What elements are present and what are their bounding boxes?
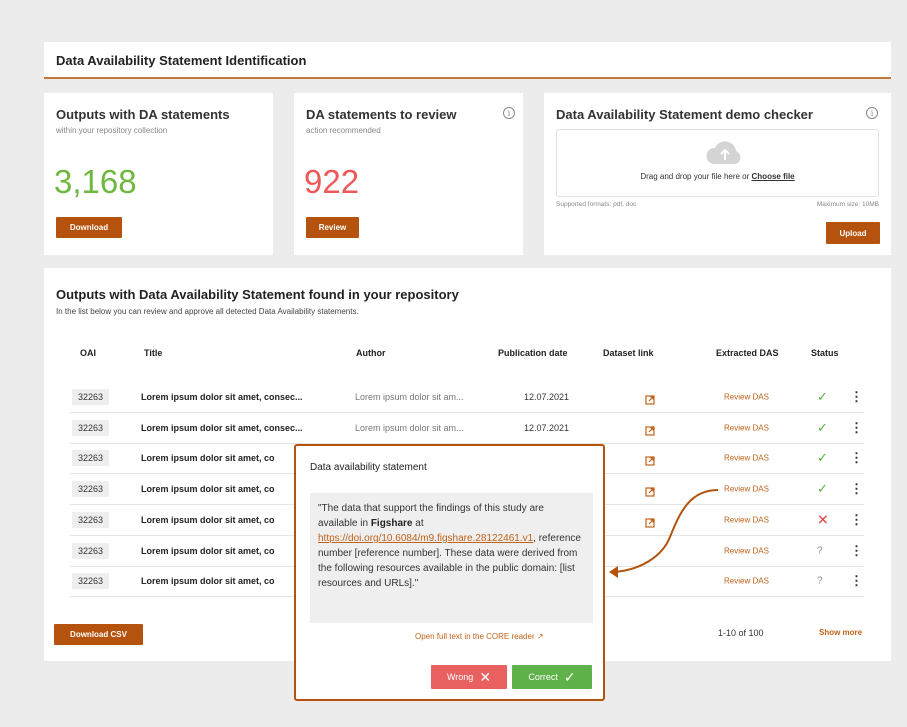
oai-id: 32263 bbox=[72, 389, 110, 405]
external-link-icon: ↗ bbox=[536, 632, 544, 641]
review-count: 922 bbox=[304, 163, 360, 200]
das-quote: "The data that support the findings of t… bbox=[310, 493, 593, 623]
oai-id: 32263 bbox=[72, 450, 110, 467]
col-header-oai[interactable]: OAI bbox=[80, 348, 96, 358]
oai-id: 32263 bbox=[72, 542, 110, 559]
external-link-icon[interactable] bbox=[645, 423, 655, 436]
col-header-extracted-das[interactable]: Extracted DAS bbox=[716, 348, 779, 358]
review-card: DA statements to review action recommend… bbox=[294, 93, 523, 255]
publication-date: 12.07.2021 bbox=[524, 392, 570, 402]
oai-id: 32263 bbox=[72, 419, 110, 436]
review-das-link[interactable]: Review DAS bbox=[724, 423, 769, 432]
page-header: Data Availability Statement Identificati… bbox=[44, 42, 891, 79]
more-options-icon[interactable]: ⋮ bbox=[850, 389, 863, 405]
output-title[interactable]: Lorem ipsum dolor sit amet, co bbox=[141, 453, 275, 463]
status-icon: ✕ bbox=[817, 511, 829, 528]
col-header-publication-date[interactable]: Publication date bbox=[498, 348, 568, 358]
callout-arrow bbox=[609, 489, 719, 578]
download-csv-button[interactable]: Download CSV bbox=[54, 624, 143, 645]
review-card-title: DA statements to review bbox=[306, 107, 457, 122]
upload-button[interactable]: Upload bbox=[826, 222, 880, 244]
download-button[interactable]: Download bbox=[56, 217, 122, 238]
status-icon: ? bbox=[817, 575, 823, 587]
repository-name: Figshare bbox=[370, 518, 413, 529]
status-icon: ? bbox=[817, 545, 823, 556]
output-title[interactable]: Lorem ipsum dolor sit amet, co bbox=[141, 484, 275, 494]
external-link-icon[interactable] bbox=[645, 453, 655, 466]
review-button[interactable]: Review bbox=[306, 217, 359, 238]
publication-date: 12.07.2021 bbox=[524, 422, 570, 433]
page-title: Data Availability Statement Identificati… bbox=[56, 53, 307, 68]
pagination-info: 1-10 of 100 bbox=[718, 628, 764, 638]
oai-id: 32263 bbox=[72, 511, 110, 528]
output-author: Lorem ipsum dolor sit am... bbox=[355, 422, 464, 433]
output-title[interactable]: Lorem ipsum dolor sit amet, consec... bbox=[141, 392, 303, 402]
col-header-dataset-link[interactable]: Dataset link bbox=[603, 348, 654, 358]
review-das-link[interactable]: Review DAS bbox=[724, 454, 769, 463]
oai-id: 32263 bbox=[72, 573, 110, 590]
more-options-icon[interactable]: ⋮ bbox=[850, 450, 863, 466]
correct-button[interactable]: Correct ✓ bbox=[512, 665, 592, 689]
checkmark-icon: ✓ bbox=[563, 668, 576, 685]
outputs-card-subtitle: within your repository collection bbox=[56, 126, 168, 135]
review-das-link[interactable]: Review DAS bbox=[724, 485, 769, 494]
close-x-icon: ✕ bbox=[479, 668, 492, 685]
outputs-count: 3,168 bbox=[54, 163, 137, 200]
das-popup: Data availability statement "The data th… bbox=[294, 444, 605, 701]
file-dropzone[interactable]: Drag and drop your file here or Choose f… bbox=[556, 129, 879, 197]
info-icon[interactable]: i bbox=[503, 107, 515, 119]
oai-id: 32263 bbox=[72, 481, 110, 498]
more-options-icon[interactable]: ⋮ bbox=[850, 420, 863, 436]
checker-title: Data Availability Statement demo checker bbox=[556, 107, 813, 122]
status-icon: ✓ bbox=[817, 450, 828, 466]
col-header-status[interactable]: Status bbox=[811, 348, 839, 358]
table-row[interactable]: 32263 Lorem ipsum dolor sit amet, consec.… bbox=[70, 413, 864, 444]
supported-formats: Supported formats: pdf, doc bbox=[556, 201, 637, 208]
review-das-link[interactable]: Review DAS bbox=[724, 546, 769, 555]
table-subtitle: In the list below you can review and app… bbox=[56, 307, 359, 316]
cloud-upload-icon bbox=[706, 141, 741, 164]
doi-link[interactable]: https://doi.org/10.6084/m9.figshare.2812… bbox=[318, 533, 533, 544]
review-das-link[interactable]: Review DAS bbox=[724, 393, 769, 402]
output-title[interactable]: Lorem ipsum dolor sit amet, co bbox=[141, 576, 275, 586]
table-title: Outputs with Data Availability Statement… bbox=[56, 287, 459, 302]
outputs-card: Outputs with DA statements within your r… bbox=[44, 93, 273, 255]
output-author: Lorem ipsum dolor sit am... bbox=[355, 392, 464, 402]
open-full-text-link[interactable]: Open full text in the CORE reader ↗ bbox=[415, 632, 544, 641]
max-size: Maximum size: 10MB bbox=[816, 201, 879, 208]
review-das-link[interactable]: Review DAS bbox=[724, 515, 769, 524]
more-options-icon[interactable]: ⋮ bbox=[850, 512, 863, 528]
table-row[interactable]: 32263 Lorem ipsum dolor sit amet, consec.… bbox=[70, 382, 864, 413]
more-options-icon[interactable]: ⋮ bbox=[850, 481, 863, 497]
status-icon: ✓ bbox=[817, 389, 828, 404]
choose-file-link[interactable]: Choose file bbox=[752, 172, 795, 181]
status-icon: ✓ bbox=[817, 419, 828, 435]
review-das-link[interactable]: Review DAS bbox=[724, 577, 769, 586]
show-more-link[interactable]: Show more bbox=[819, 628, 862, 637]
wrong-button[interactable]: Wrong ✕ bbox=[431, 665, 507, 689]
more-options-icon[interactable]: ⋮ bbox=[850, 543, 863, 559]
dropzone-text: Drag and drop your file here or Choose f… bbox=[640, 172, 795, 181]
output-title[interactable]: Lorem ipsum dolor sit amet, consec... bbox=[141, 423, 303, 433]
status-icon: ✓ bbox=[817, 481, 828, 497]
external-link-icon[interactable] bbox=[645, 392, 655, 405]
col-header-title[interactable]: Title bbox=[144, 348, 162, 358]
col-header-author[interactable]: Author bbox=[356, 348, 386, 358]
popup-title: Data availability statement bbox=[310, 462, 427, 473]
review-card-subtitle: action recommended bbox=[306, 126, 381, 135]
output-title[interactable]: Lorem ipsum dolor sit amet, co bbox=[141, 546, 275, 556]
outputs-card-title: Outputs with DA statements bbox=[56, 107, 230, 122]
more-options-icon[interactable]: ⋮ bbox=[850, 573, 863, 589]
info-icon[interactable]: i bbox=[866, 107, 878, 119]
output-title[interactable]: Lorem ipsum dolor sit amet, co bbox=[141, 515, 275, 525]
das-checker-card: Data Availability Statement demo checker… bbox=[544, 93, 891, 255]
